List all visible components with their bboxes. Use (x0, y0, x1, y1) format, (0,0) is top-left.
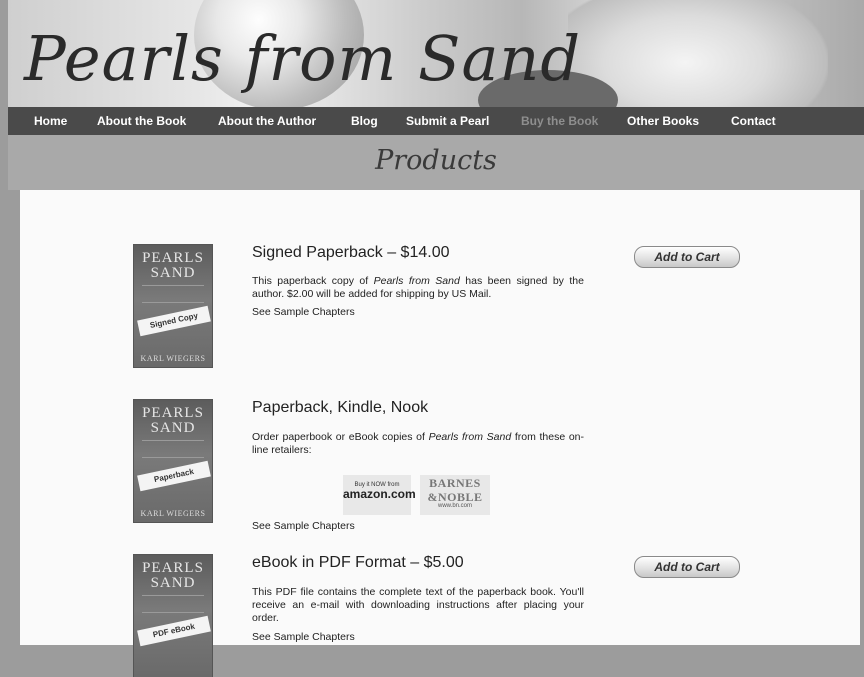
cover-author: KARL WIEGERS (140, 509, 206, 518)
sample-chapters-link[interactable]: See Sample Chapters (252, 520, 355, 532)
book-cover-image[interactable]: PEARLS SAND Paperback KARL WIEGERS (134, 400, 212, 522)
cover-badge: Paperback (137, 460, 211, 492)
cover-subtitle-block (142, 440, 204, 458)
site-title: Pearls from Sand (24, 22, 582, 95)
product-title: eBook in PDF Format – $5.00 (252, 554, 464, 571)
site-header: Pearls from Sand (8, 0, 864, 107)
product-description: This paperback copy of Pearls from Sand … (252, 275, 584, 300)
sample-chapters-link[interactable]: See Sample Chapters (252, 631, 355, 643)
nav-item-about-author[interactable]: About the Author (218, 107, 316, 135)
main-nav: Home About the Book About the Author Blo… (8, 107, 864, 135)
cover-title-line1: PEARLS (142, 405, 204, 421)
book-cover-image[interactable]: PEARLS SAND Signed Copy KARL WIEGERS (134, 245, 212, 367)
cover-title-line2: SAND (150, 575, 196, 591)
cover-badge: Signed Copy (137, 305, 211, 337)
cover-subtitle-block (142, 285, 204, 303)
book-cover-image[interactable]: PEARLS SAND PDF eBook (134, 555, 212, 677)
product-description: This PDF file contains the complete text… (252, 586, 584, 624)
product-title: Paperback, Kindle, Nook (252, 399, 429, 416)
bn-logo-line1: BARNES (429, 476, 481, 490)
product-description: Order paperbook or eBook copies of Pearl… (252, 431, 584, 456)
page-title: Products (375, 145, 497, 176)
nav-item-contact[interactable]: Contact (731, 107, 776, 135)
nav-item-buy-book[interactable]: Buy the Book (521, 107, 598, 135)
nav-item-blog[interactable]: Blog (351, 107, 378, 135)
bn-logo-line2: &NOBLE (427, 490, 483, 504)
add-to-cart-button[interactable]: Add to Cart (634, 246, 740, 268)
cover-title-line2: SAND (150, 420, 196, 436)
amazon-logo: amazon.com (343, 487, 416, 501)
nav-item-other-books[interactable]: Other Books (627, 107, 699, 135)
cover-badge: PDF eBook (137, 615, 211, 647)
add-to-cart-button[interactable]: Add to Cart (634, 556, 740, 578)
product-list: PEARLS SAND Signed Copy KARL WIEGERS Sig… (20, 190, 860, 677)
nav-item-home[interactable]: Home (34, 107, 67, 135)
cover-title-line1: PEARLS (142, 560, 204, 576)
cover-title-line2: SAND (150, 265, 196, 281)
barnes-noble-retailer-button[interactable]: BARNES &NOBLE www.bn.com (420, 475, 490, 515)
amazon-retailer-button[interactable]: Buy it NOW from amazon.com (343, 475, 416, 515)
nav-item-submit-pearl[interactable]: Submit a Pearl (406, 107, 489, 135)
title-band: Products (8, 135, 864, 190)
nav-item-about-book[interactable]: About the Book (97, 107, 186, 135)
cover-subtitle-block (142, 595, 204, 613)
cover-title-line1: PEARLS (142, 250, 204, 266)
product-title: Signed Paperback – $14.00 (252, 244, 450, 261)
sample-chapters-link[interactable]: See Sample Chapters (252, 306, 355, 318)
cover-author: KARL WIEGERS (140, 354, 206, 363)
